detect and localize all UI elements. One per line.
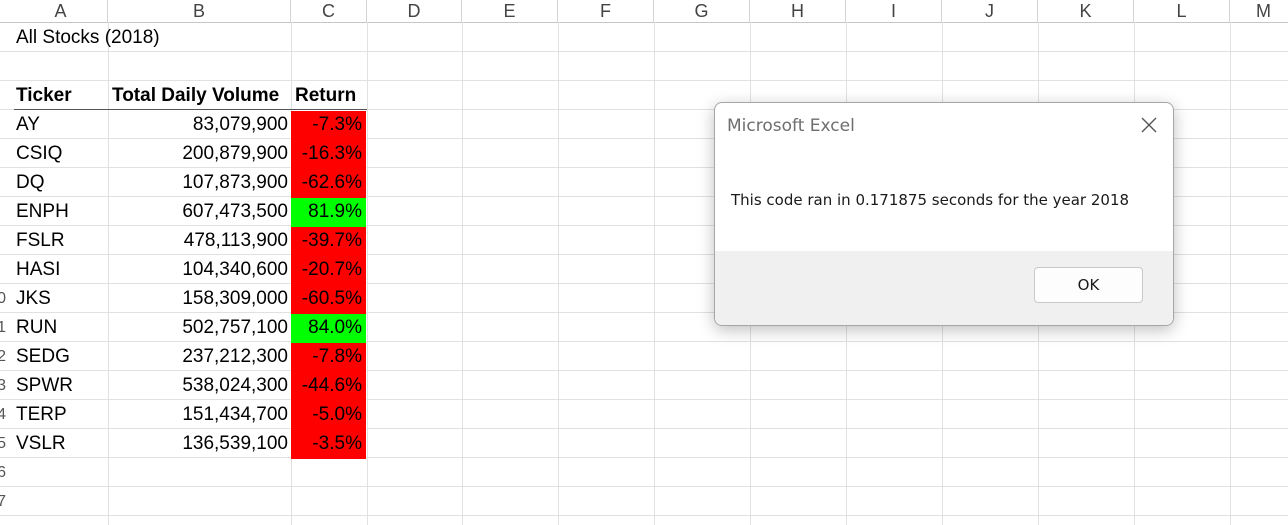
column-header-b[interactable]: B	[108, 0, 291, 22]
return-cell[interactable]: -60.5%	[291, 285, 366, 314]
grid-vline	[367, 22, 368, 525]
row-number: 1	[0, 319, 6, 336]
volume-cell[interactable]: 538,024,300	[108, 372, 290, 400]
volume-cell[interactable]: 83,079,900	[108, 111, 290, 139]
column-header-f[interactable]: F	[558, 0, 654, 22]
row-number: 6	[0, 464, 6, 481]
column-header-m[interactable]: M	[1230, 0, 1288, 22]
return-cell[interactable]: 84.0%	[291, 314, 366, 343]
grid-hline	[0, 515, 1288, 516]
sheet-title[interactable]: All Stocks (2018)	[16, 24, 160, 52]
header-underline	[14, 109, 367, 110]
volume-cell[interactable]: 237,212,300	[108, 343, 290, 371]
grid-hline	[0, 486, 1288, 487]
return-cell[interactable]: -3.5%	[291, 430, 366, 459]
column-header-h[interactable]: H	[750, 0, 846, 22]
return-cell[interactable]: -7.8%	[291, 343, 366, 372]
return-cell[interactable]: -5.0%	[291, 401, 366, 430]
ticker-cell[interactable]: SPWR	[16, 372, 108, 400]
column-header-k[interactable]: K	[1038, 0, 1134, 22]
return-cell[interactable]: -20.7%	[291, 256, 366, 285]
return-cell[interactable]: -39.7%	[291, 227, 366, 256]
volume-cell[interactable]: 158,309,000	[108, 285, 290, 313]
volume-cell[interactable]: 151,434,700	[108, 401, 290, 429]
dialog-footer: OK	[715, 251, 1173, 325]
return-cell[interactable]: -7.3%	[291, 111, 366, 140]
column-header-l[interactable]: L	[1134, 0, 1230, 22]
ticker-cell[interactable]: DQ	[16, 169, 108, 197]
header-ticker[interactable]: Ticker	[16, 82, 108, 110]
message-dialog: Microsoft Excel This code ran in 0.17187…	[714, 102, 1174, 326]
volume-cell[interactable]: 502,757,100	[108, 314, 290, 342]
ticker-cell[interactable]: JKS	[16, 285, 108, 313]
return-cell[interactable]: 81.9%	[291, 198, 366, 227]
return-cell[interactable]: -44.6%	[291, 372, 366, 401]
grid-vline	[654, 22, 655, 525]
close-icon[interactable]	[1139, 115, 1159, 135]
ticker-cell[interactable]: RUN	[16, 314, 108, 342]
dialog-message: This code ran in 0.171875 seconds for th…	[731, 191, 1130, 209]
row-number: 7	[0, 493, 6, 510]
ok-button[interactable]: OK	[1034, 267, 1143, 303]
volume-cell[interactable]: 104,340,600	[108, 256, 290, 284]
ticker-cell[interactable]: FSLR	[16, 227, 108, 255]
grid-vline	[1230, 22, 1231, 525]
ticker-cell[interactable]: VSLR	[16, 430, 108, 458]
header-return[interactable]: Return	[295, 82, 356, 110]
row-number: 0	[0, 290, 6, 307]
column-header-c[interactable]: C	[291, 0, 367, 22]
column-header-d[interactable]: D	[367, 0, 462, 22]
dialog-title: Microsoft Excel	[727, 116, 855, 136]
column-header-a[interactable]: A	[14, 0, 108, 22]
row-number: 2	[0, 348, 6, 365]
column-header-i[interactable]: I	[846, 0, 942, 22]
row-number: 4	[0, 406, 6, 423]
ticker-cell[interactable]: ENPH	[16, 198, 108, 226]
column-header-e[interactable]: E	[462, 0, 558, 22]
ticker-cell[interactable]: AY	[16, 111, 108, 139]
grid-hline	[0, 80, 1288, 81]
grid-vline	[462, 22, 463, 525]
volume-cell[interactable]: 478,113,900	[108, 227, 290, 255]
header-volume[interactable]: Total Daily Volume	[112, 82, 279, 110]
column-header-j[interactable]: J	[942, 0, 1038, 22]
ticker-cell[interactable]: TERP	[16, 401, 108, 429]
volume-cell[interactable]: 107,873,900	[108, 169, 290, 197]
return-cell[interactable]: -16.3%	[291, 140, 366, 169]
row-number: 5	[0, 435, 6, 452]
column-header-bar: ABCDEFGHIJKLM	[0, 0, 1288, 23]
volume-cell[interactable]: 607,473,500	[108, 198, 290, 226]
volume-cell[interactable]: 136,539,100	[108, 430, 290, 458]
row-number: 3	[0, 377, 6, 394]
grid-vline	[558, 22, 559, 525]
return-cell[interactable]: -62.6%	[291, 169, 366, 198]
column-header-g[interactable]: G	[654, 0, 750, 22]
ticker-cell[interactable]: HASI	[16, 256, 108, 284]
ticker-cell[interactable]: SEDG	[16, 343, 108, 371]
grid-hline	[0, 51, 1288, 52]
volume-cell[interactable]: 200,879,900	[108, 140, 290, 168]
ticker-cell[interactable]: CSIQ	[16, 140, 108, 168]
